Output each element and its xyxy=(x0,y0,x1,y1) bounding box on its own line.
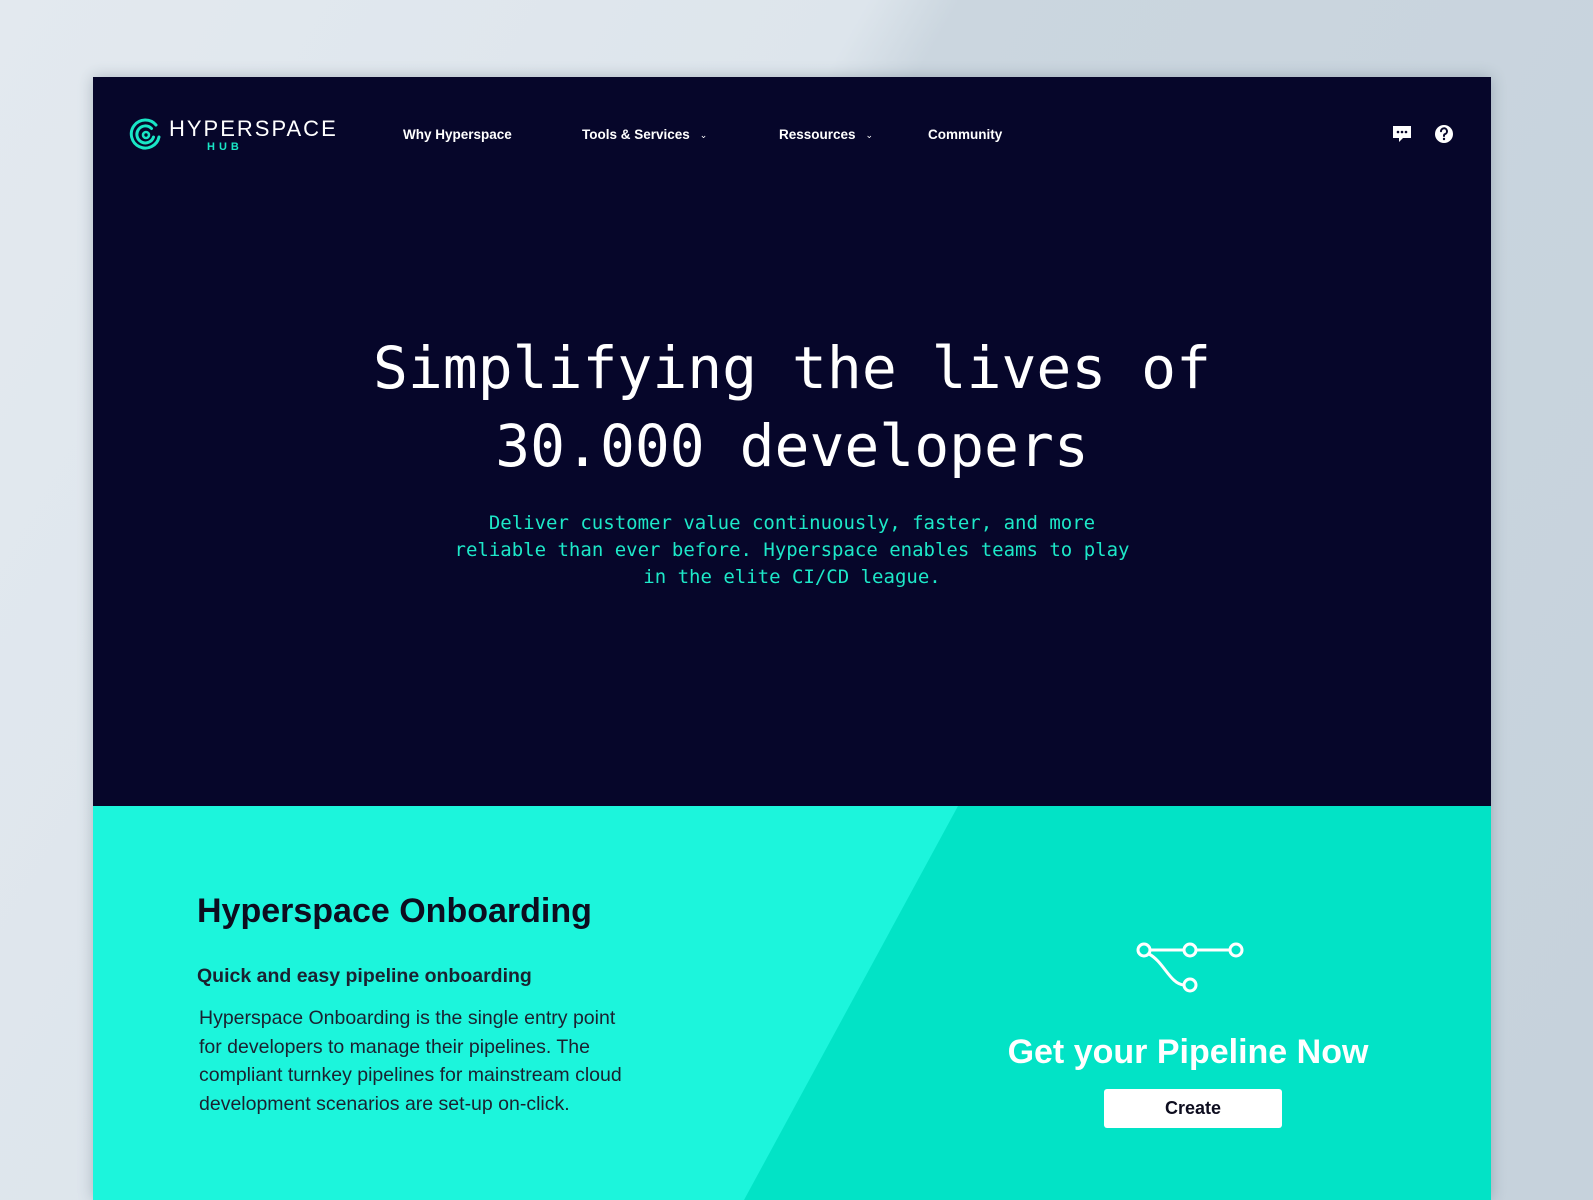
brand-logo[interactable]: HYPERSPACE HUB xyxy=(129,116,359,157)
nav-tools-services[interactable]: Tools & Services ⌄ xyxy=(582,127,707,142)
hero-title-line-2: 30.000 developers xyxy=(495,412,1089,480)
nav-tools-services-label: Tools & Services xyxy=(582,127,690,142)
hero-title: Simplifying the lives of 30.000 develope… xyxy=(93,329,1491,485)
brand-name: HYPERSPACE xyxy=(169,116,338,141)
nav-ressources[interactable]: Ressources ⌄ xyxy=(779,127,873,142)
brand-sub: HUB xyxy=(207,141,243,153)
hyperspace-logo-icon xyxy=(129,118,161,150)
chat-icon[interactable] xyxy=(1391,123,1413,145)
hero-section: HYPERSPACE HUB Why Hyperspace Tools & Se… xyxy=(93,77,1491,806)
chevron-down-icon: ⌄ xyxy=(699,130,708,140)
nav-community[interactable]: Community xyxy=(928,127,1002,142)
nav-ressources-label: Ressources xyxy=(779,127,856,142)
onboarding-section: Hyperspace Onboarding Quick and easy pip… xyxy=(93,806,1491,1200)
chevron-down-icon: ⌄ xyxy=(865,130,874,140)
onboarding-title: Hyperspace Onboarding xyxy=(197,892,592,930)
help-icon[interactable] xyxy=(1433,123,1455,145)
create-button[interactable]: Create xyxy=(1104,1089,1282,1128)
onboarding-subtitle: Quick and easy pipeline onboarding xyxy=(197,965,532,987)
hero-subtitle: Deliver customer value continuously, fas… xyxy=(454,512,1130,588)
browser-page: HYPERSPACE HUB Why Hyperspace Tools & Se… xyxy=(93,77,1491,1200)
nav-why-hyperspace[interactable]: Why Hyperspace xyxy=(403,127,512,142)
hero-title-line-1: Simplifying the lives of xyxy=(372,334,1212,402)
nav-community-label: Community xyxy=(928,127,1003,142)
top-navbar: HYPERSPACE HUB Why Hyperspace Tools & Se… xyxy=(93,77,1491,197)
nav-why-hyperspace-label: Why Hyperspace xyxy=(403,127,512,142)
pipeline-icon xyxy=(1136,942,1244,993)
onboarding-description: Hyperspace Onboarding is the single entr… xyxy=(199,1007,622,1115)
onboarding-cta-panel xyxy=(744,806,1491,1200)
cta-title: Get your Pipeline Now xyxy=(1007,1033,1369,1071)
